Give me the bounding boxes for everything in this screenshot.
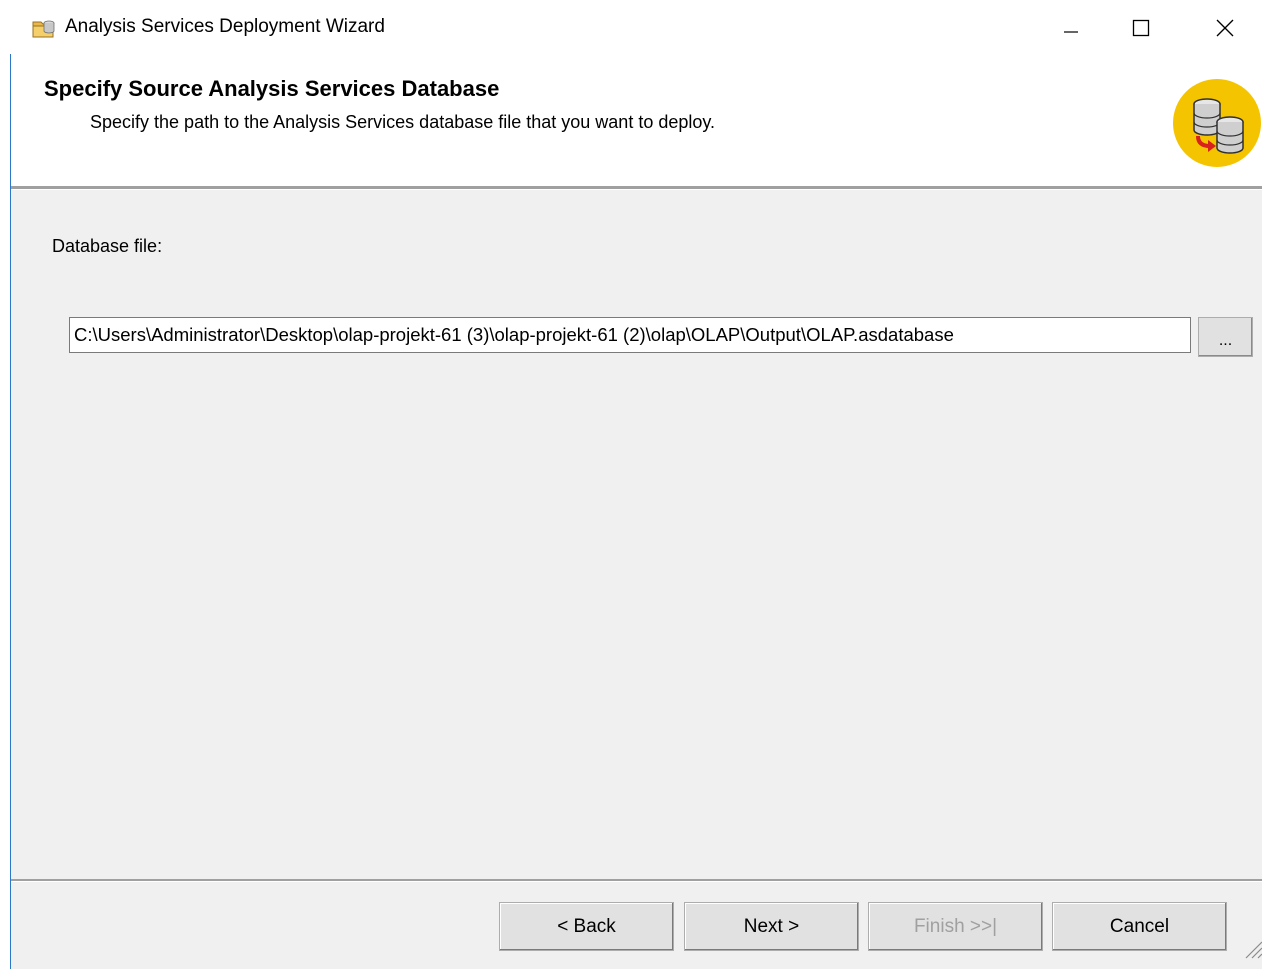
wizard-footer: < Back Next > Finish >>| Cancel <box>11 882 1262 969</box>
database-file-input[interactable]: C:\Users\Administrator\Desktop\olap-proj… <box>69 317 1191 353</box>
finish-button: Finish >>| <box>868 902 1043 951</box>
database-file-label: Database file: <box>52 236 163 256</box>
database-deploy-icon <box>1173 79 1261 167</box>
back-button[interactable]: < Back <box>499 902 674 951</box>
database-folder-icon <box>32 20 55 38</box>
browse-button[interactable]: ... <box>1198 317 1253 357</box>
page-title: Specify Source Analysis Services Databas… <box>44 76 500 101</box>
resize-grip-icon[interactable] <box>1241 937 1262 959</box>
close-button[interactable] <box>1194 0 1256 56</box>
page-subtitle: Specify the path to the Analysis Service… <box>90 112 716 132</box>
window-title: Analysis Services Deployment Wizard <box>65 16 385 37</box>
minimize-button[interactable] <box>1040 0 1102 56</box>
cancel-button[interactable]: Cancel <box>1052 902 1227 951</box>
next-button[interactable]: Next > <box>684 902 859 951</box>
wizard-body: Database file: C:\Users\Administrator\De… <box>11 190 1262 880</box>
wizard-header: Specify Source Analysis Services Databas… <box>11 56 1262 188</box>
maximize-icon <box>1132 19 1150 37</box>
wizard-window: Analysis Services Deployment Wizard Spec… <box>0 0 1262 969</box>
minimize-icon <box>1064 31 1078 33</box>
maximize-button[interactable] <box>1110 0 1172 56</box>
title-bar[interactable]: Analysis Services Deployment Wizard <box>0 0 1262 56</box>
close-icon <box>1216 19 1234 37</box>
